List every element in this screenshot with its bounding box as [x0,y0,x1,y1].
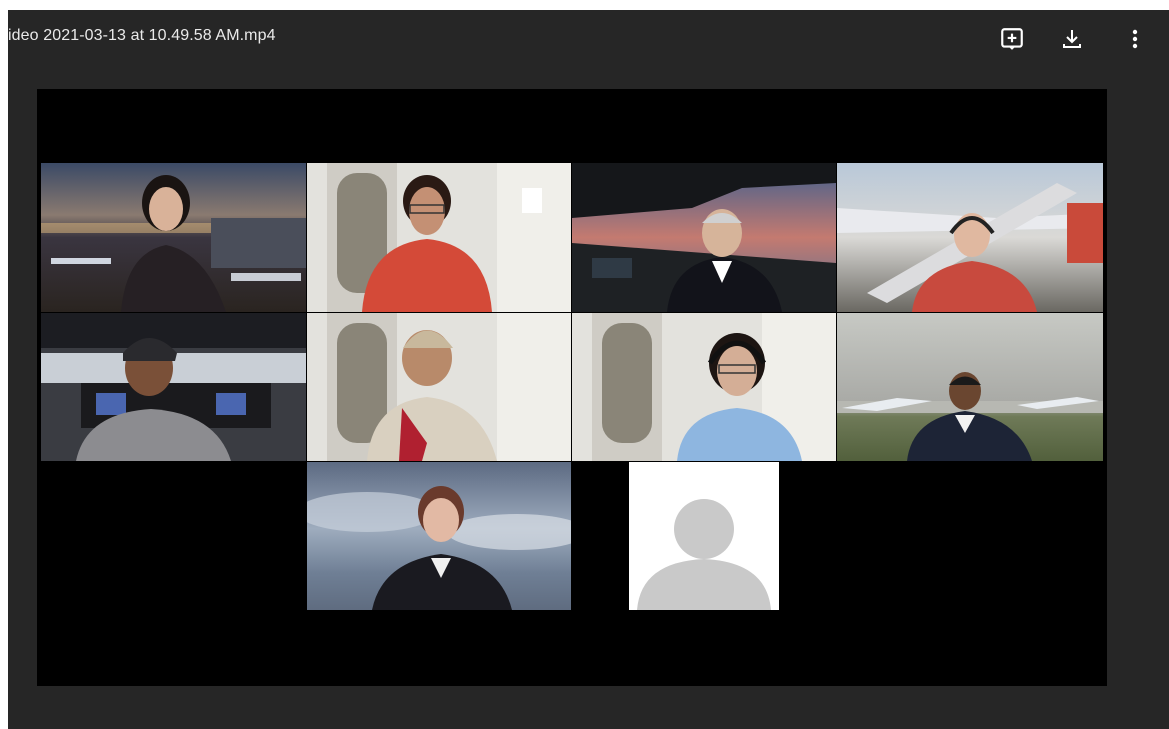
add-box-icon [1001,28,1023,50]
download-button[interactable] [1055,22,1089,56]
video-viewer: ideo 2021-03-13 at 10.49.58 AM.mp4 [8,10,1169,729]
download-icon [1063,30,1081,48]
participant-tile-2 [307,163,571,312]
participant-tile-5 [41,313,306,461]
participant-tile-9 [307,462,571,610]
add-to-drive-button[interactable] [995,22,1029,56]
viewer-toolbar: ideo 2021-03-13 at 10.49.58 AM.mp4 [8,10,1169,66]
more-options-button[interactable] [1118,22,1152,56]
participant-tile-1 [41,163,306,312]
participant-tile-8 [837,313,1103,461]
file-name: ideo 2021-03-13 at 10.49.58 AM.mp4 [8,27,276,44]
participant-tile-10 [629,462,779,610]
avatar-placeholder-icon [629,462,779,610]
more-vert-icon [1132,29,1138,49]
video-frame[interactable] [37,89,1107,686]
participant-tile-4 [837,163,1103,312]
participant-tile-6 [307,313,571,461]
participant-tile-3 [572,163,836,312]
participant-tile-7 [572,313,836,461]
